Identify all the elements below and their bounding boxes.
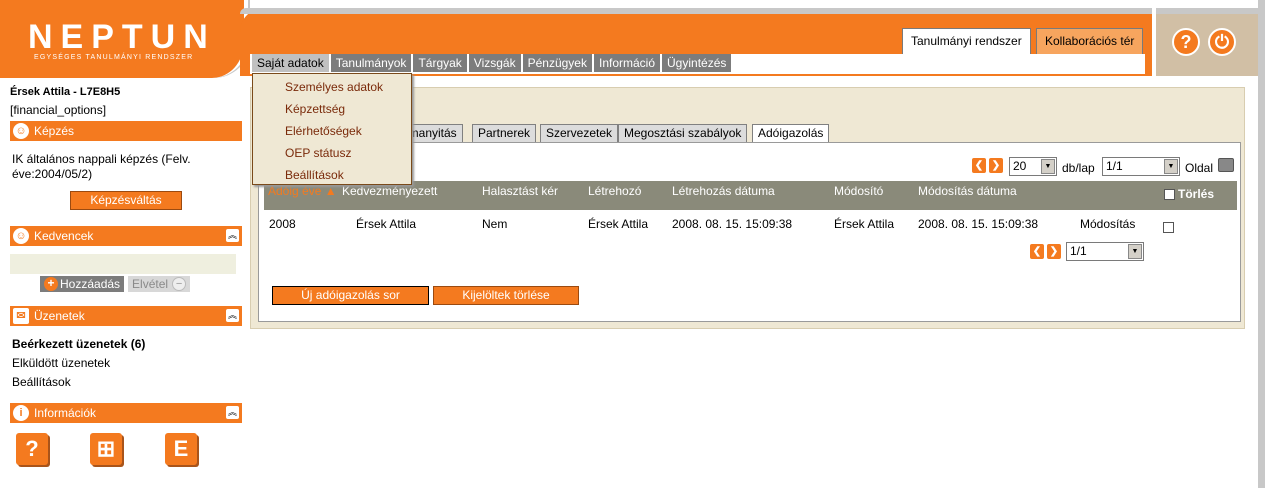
dropdown-oep-statusz[interactable]: OEP státusz xyxy=(285,146,351,160)
uzenetek-header: ✉ Üzenetek ︽ xyxy=(10,306,242,326)
add-favorite-button[interactable]: + Hozzáadás xyxy=(40,276,125,292)
logo-text: NEPTUN xyxy=(28,18,216,56)
remove-favorite-button[interactable]: Elvétel − xyxy=(128,276,191,292)
informaciok-title: Információk xyxy=(34,406,97,420)
window-edge xyxy=(1258,0,1265,488)
per-page-label: db/lap xyxy=(1062,161,1095,175)
col-kedvezmenyezett[interactable]: Kedvezményezett xyxy=(342,184,437,198)
per-page-select[interactable]: 20 ▼ xyxy=(1009,157,1057,176)
elearning-icon[interactable]: E xyxy=(165,433,197,465)
top-right-box: ? ⏻ xyxy=(1155,8,1258,76)
new-adoigazolas-button[interactable]: Új adóigazolás sor xyxy=(272,286,429,305)
col-halasztast-ker[interactable]: Halasztást kér xyxy=(482,184,558,198)
dropdown-szemelyes-adatok[interactable]: Személyes adatok xyxy=(285,80,383,94)
minus-icon: − xyxy=(172,277,187,291)
prev-page-icon[interactable]: ❮ xyxy=(1030,244,1044,259)
collapse-icon[interactable]: ︽ xyxy=(226,309,239,322)
menu-ugyintezes[interactable]: Ügyintézés xyxy=(662,54,732,72)
next-page-icon[interactable]: ❯ xyxy=(989,158,1003,173)
menu-targyak[interactable]: Tárgyak xyxy=(413,54,467,72)
favorites-actions: + Hozzáadás Elvétel − xyxy=(40,276,191,292)
sent-messages-link[interactable]: Elküldött üzenetek xyxy=(12,356,110,370)
sajat-adatok-dropdown: Személyes adatok Képzettség Elérhetősége… xyxy=(252,73,412,185)
cell-kedvezmenyezett: Érsek Attila xyxy=(356,217,417,231)
kepzesvaltas-button[interactable]: Képzésváltás xyxy=(70,191,182,210)
smiley-icon: ☺ xyxy=(13,123,29,139)
dropdown-elerhetosegek[interactable]: Elérhetőségek xyxy=(285,124,362,138)
info-icon: i xyxy=(13,405,29,421)
select-all-checkbox[interactable] xyxy=(1164,189,1175,200)
help-book-icon[interactable]: ? xyxy=(16,433,48,465)
kepzes-title: Képzés xyxy=(34,124,75,138)
cell-letrehozas-datuma: 2008. 08. 15. 15:09:38 xyxy=(672,217,793,231)
col-adoig-eve[interactable]: Adóig éve ▲ xyxy=(268,184,337,198)
neptun-logo: NEPTUN EGYSÉGES TANULMÁNYI RENDSZER xyxy=(0,0,248,78)
plus-icon: + xyxy=(44,277,58,291)
inbox-link[interactable]: Beérkezett üzenetek (6) xyxy=(12,337,145,351)
uzenetek-title: Üzenetek xyxy=(34,309,85,323)
tab-adoigazolas[interactable]: Adóigazolás xyxy=(752,124,830,143)
chevron-down-icon: ▼ xyxy=(1041,159,1055,174)
informaciok-header: i Információk ︽ xyxy=(10,403,242,423)
page-select-bottom[interactable]: 1/1 ▼ xyxy=(1066,242,1144,261)
power-icon[interactable]: ⏻ xyxy=(1208,28,1236,56)
col-modosito[interactable]: Módosító xyxy=(834,184,883,198)
kepzes-description: IK általános nappali képzés (Felv. éve:2… xyxy=(12,152,191,181)
logo-subtitle: EGYSÉGES TANULMÁNYI RENDSZER xyxy=(34,54,194,61)
sitemap-icon[interactable]: ⊞ xyxy=(90,433,122,465)
cell-modosito: Érsek Attila xyxy=(834,217,895,231)
next-page-icon[interactable]: ❯ xyxy=(1047,244,1061,259)
print-icon[interactable] xyxy=(1218,158,1234,172)
col-letrehozo[interactable]: Létrehozó xyxy=(588,184,641,198)
cell-letrehozo: Érsek Attila xyxy=(588,217,649,231)
financial-options: [financial_options] xyxy=(10,103,107,117)
per-page-value: 20 xyxy=(1013,159,1027,173)
row-delete-checkbox[interactable] xyxy=(1163,222,1174,233)
prev-page-icon[interactable]: ❮ xyxy=(972,158,986,173)
menu-penzugyek[interactable]: Pénzügyek xyxy=(522,54,592,72)
remove-favorite-label: Elvétel xyxy=(132,277,169,291)
col-torles: Törlés xyxy=(1178,187,1215,201)
menu-sajat-adatok[interactable]: Saját adatok xyxy=(252,54,329,72)
oldal-label: Oldal xyxy=(1185,161,1214,175)
envelope-icon: ✉ xyxy=(13,308,29,324)
tab-szervezetek[interactable]: Szervezetek xyxy=(540,124,619,143)
add-favorite-label: Hozzáadás xyxy=(60,277,121,291)
menu-informacio[interactable]: Információ xyxy=(593,54,661,72)
message-settings-link[interactable]: Beállítások xyxy=(12,375,71,389)
collapse-icon[interactable]: ︽ xyxy=(226,406,239,419)
table-header: Adóig éve ▲ Kedvezményezett Halasztást k… xyxy=(264,181,1237,210)
favorites-list xyxy=(10,254,236,274)
col-modositas-datuma[interactable]: Módosítás dátuma xyxy=(918,184,1017,198)
chevron-down-icon: ▼ xyxy=(1128,244,1142,259)
tab-kollaboracios-ter[interactable]: Kollaborációs tér xyxy=(1036,28,1144,54)
kedvencek-header: ☺ Kedvencek ︽ xyxy=(10,226,242,246)
delete-selected-button[interactable]: Kijelöltek törlése xyxy=(433,286,579,305)
tab-partnerek[interactable]: Partnerek xyxy=(472,124,537,143)
kepzes-header: ☺ Képzés xyxy=(10,121,242,141)
chevron-down-icon: ▼ xyxy=(1164,159,1178,174)
dropdown-beallitasok[interactable]: Beállítások xyxy=(285,168,344,182)
col-letrehozas-datuma[interactable]: Létrehozás dátuma xyxy=(672,184,775,198)
cell-modositas-datuma: 2008. 08. 15. 15:09:38 xyxy=(918,217,1039,231)
menu-tanulmanyok[interactable]: Tanulmányok xyxy=(330,54,412,72)
page-select[interactable]: 1/1 ▼ xyxy=(1102,157,1180,176)
cell-halasztast-ker: Nem xyxy=(482,217,508,231)
cell-adoig-eve: 2008 xyxy=(269,217,296,231)
tab-tanulmanyi-rendszer[interactable]: Tanulmányi rendszer xyxy=(902,28,1031,54)
user-name: Érsek Attila - L7E8H5 xyxy=(10,86,121,98)
smiley-icon: ☺ xyxy=(13,228,29,244)
menu-vizsgak[interactable]: Vizsgák xyxy=(468,54,521,72)
collapse-icon[interactable]: ︽ xyxy=(226,229,239,242)
kedvencek-title: Kedvencek xyxy=(34,229,94,243)
page-value: 1/1 xyxy=(1106,159,1123,173)
page-value: 1/1 xyxy=(1070,244,1087,258)
help-icon[interactable]: ? xyxy=(1172,28,1200,56)
tab-megosztasi-szabalyok[interactable]: Megosztási szabályok xyxy=(618,124,748,143)
modify-link[interactable]: Módosítás xyxy=(1080,217,1135,231)
main-menu: Saját adatok Tanulmányok Tárgyak Vizsgák… xyxy=(252,54,733,72)
dropdown-kepzettseg[interactable]: Képzettség xyxy=(285,102,345,116)
